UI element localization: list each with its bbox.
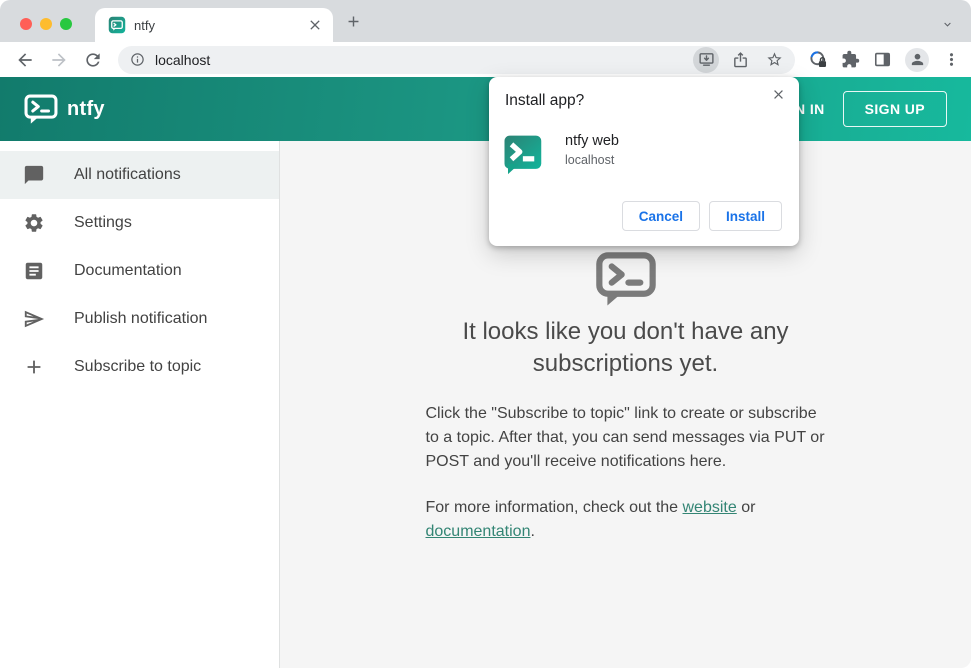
sidebar-item-label: All notifications xyxy=(74,166,181,183)
sidebar-item-label: Settings xyxy=(74,214,132,231)
password-manager-extension-icon[interactable] xyxy=(809,50,828,69)
sidebar-item-all-notifications[interactable]: All notifications xyxy=(0,151,279,199)
window-close-button[interactable] xyxy=(20,18,32,30)
browser-toolbar: localhost xyxy=(0,42,971,77)
window-zoom-button[interactable] xyxy=(60,18,72,30)
back-button[interactable] xyxy=(15,50,35,70)
bookmark-star-icon[interactable] xyxy=(761,47,787,73)
sidebar-item-label: Subscribe to topic xyxy=(74,358,202,375)
more-info-prefix: For more information, check out the xyxy=(425,499,683,516)
browser-window: ntfy localhost ntfy IN SIGN UP All notif… xyxy=(0,0,971,668)
url-text[interactable]: localhost xyxy=(155,52,685,68)
more-info-paragraph: For more information, check out the webs… xyxy=(426,496,826,544)
site-info-icon[interactable] xyxy=(130,52,145,67)
ntfy-app-icon xyxy=(501,133,543,175)
ntfy-logo-icon xyxy=(24,94,58,125)
chat-bubble-icon xyxy=(23,164,45,186)
install-dialog-title: Install app? xyxy=(505,92,585,109)
sidebar-item-subscribe-to-topic[interactable]: Subscribe to topic xyxy=(0,343,279,391)
more-info-middle: or xyxy=(736,499,756,516)
install-button[interactable]: Install xyxy=(708,201,782,231)
window-minimize-button[interactable] xyxy=(40,18,52,30)
traffic-lights xyxy=(20,18,72,30)
sidebar-nav: All notifications Settings Documentation… xyxy=(0,141,280,668)
more-info-suffix: . xyxy=(530,523,535,540)
website-link[interactable]: website xyxy=(683,499,737,516)
documentation-link[interactable]: documentation xyxy=(426,523,531,540)
side-panel-icon[interactable] xyxy=(873,50,892,69)
cancel-button[interactable]: Cancel xyxy=(621,201,700,231)
sidebar-item-documentation[interactable]: Documentation xyxy=(0,247,279,295)
install-app-dialog: Install app? ntfy web localhost Cancel I… xyxy=(489,77,799,246)
tab-strip: ntfy xyxy=(0,0,971,42)
gear-icon xyxy=(23,212,45,234)
address-bar[interactable]: localhost xyxy=(118,45,795,74)
ntfy-app-bar: ntfy SIGN IN SIGN UP xyxy=(0,77,971,141)
send-icon xyxy=(23,308,45,330)
empty-state-heading: It looks like you don't have any subscri… xyxy=(462,318,789,377)
extensions-puzzle-icon[interactable] xyxy=(841,50,860,69)
browser-tab-ntfy[interactable]: ntfy xyxy=(95,8,333,42)
browser-menu-icon[interactable] xyxy=(942,50,961,69)
install-app-origin: localhost xyxy=(565,153,615,167)
reload-button[interactable] xyxy=(83,50,103,70)
dialog-close-icon[interactable] xyxy=(771,87,786,102)
sidebar-item-publish-notification[interactable]: Publish notification xyxy=(0,295,279,343)
new-tab-button[interactable] xyxy=(345,13,362,30)
article-icon xyxy=(23,260,45,282)
share-icon[interactable] xyxy=(727,47,753,73)
sign-up-button[interactable]: SIGN UP xyxy=(842,91,947,127)
ntfy-terminal-icon xyxy=(595,251,657,306)
tab-close-icon[interactable] xyxy=(307,17,323,33)
empty-state-paragraph: Click the "Subscribe to topic" link to c… xyxy=(425,405,825,470)
profile-avatar[interactable] xyxy=(905,47,929,72)
tab-search-chevron-icon[interactable] xyxy=(941,18,954,31)
brand-name: ntfy xyxy=(67,97,105,120)
install-app-icon[interactable] xyxy=(693,46,719,73)
sidebar-item-settings[interactable]: Settings xyxy=(0,199,279,247)
tab-favicon-ntfy-icon xyxy=(108,16,126,34)
install-app-name: ntfy web xyxy=(565,133,619,149)
tab-title: ntfy xyxy=(134,17,155,33)
plus-icon xyxy=(23,356,45,378)
sidebar-item-label: Documentation xyxy=(74,262,182,279)
extensions-area xyxy=(809,47,961,72)
sidebar-item-label: Publish notification xyxy=(74,310,208,327)
forward-button[interactable] xyxy=(49,50,69,70)
